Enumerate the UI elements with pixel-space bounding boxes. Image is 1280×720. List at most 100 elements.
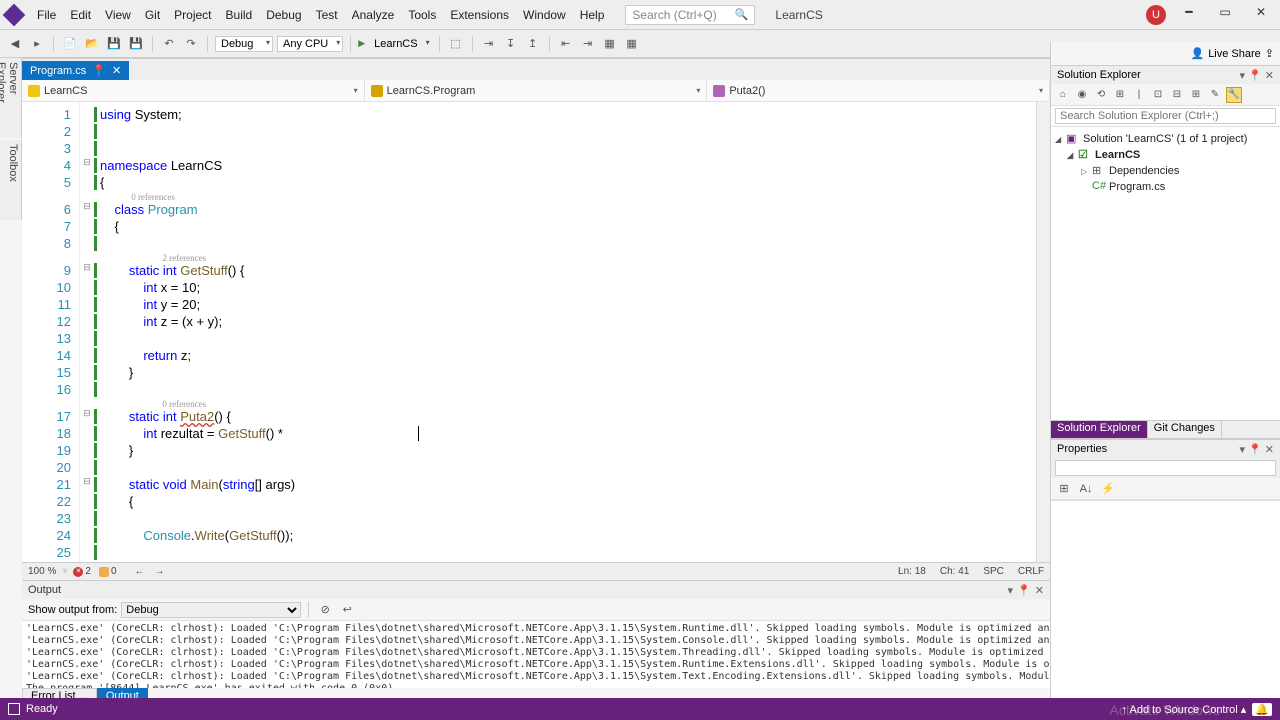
se-btn-3[interactable]: ⊞ [1112,87,1128,103]
output-close-icon[interactable]: ✕ [1035,584,1044,597]
menu-extensions[interactable]: Extensions [443,5,516,25]
code-line[interactable] [100,140,1050,157]
code-line[interactable]: using System; [100,106,1050,123]
line-ending[interactable]: CRLF [1018,566,1044,577]
menu-git[interactable]: Git [138,5,167,25]
maximize-button[interactable]: ▭ [1212,5,1238,25]
menu-debug[interactable]: Debug [259,5,308,25]
code-line[interactable]: static int GetStuff() { [100,262,1050,279]
project-node[interactable]: ◢☑LearnCS [1053,147,1278,163]
code-line[interactable]: } [100,364,1050,381]
se-btn-1[interactable]: ◉ [1074,87,1090,103]
open-button[interactable]: 📂 [83,35,101,53]
minimize-button[interactable]: ━ [1176,5,1202,25]
pin-icon[interactable]: 📍 [92,64,106,77]
se-pin-icon[interactable]: 📍 [1248,69,1262,82]
se-sync-icon[interactable]: ⟲ [1093,87,1109,103]
output-text[interactable]: 'LearnCS.exe' (CoreCLR: clrhost): Loaded… [22,621,1050,688]
output-wrap-button[interactable]: ↩ [338,601,356,619]
step-out-button[interactable]: ↥ [524,35,542,53]
code-line[interactable]: int y = 20; [100,296,1050,313]
nav-fwd-button[interactable]: ▸ [28,35,46,53]
code-line[interactable]: } [100,442,1050,459]
menu-test[interactable]: Test [309,5,345,25]
menu-window[interactable]: Window [516,5,573,25]
code-line[interactable]: int z = (x + y); [100,313,1050,330]
indent-inc-button[interactable]: ⇥ [579,35,597,53]
global-search-input[interactable]: Search (Ctrl+Q) 🔍 [625,5,755,25]
server-explorer-tab[interactable]: Server Explorer [0,58,22,138]
nav-method-dropdown[interactable]: Puta2()▾ [707,80,1050,101]
menu-project[interactable]: Project [167,5,218,25]
se-btn-5[interactable]: ⊟ [1169,87,1185,103]
toolbox-tab[interactable]: Toolbox [0,140,22,220]
se-home-icon[interactable]: ⌂ [1055,87,1071,103]
menu-analyze[interactable]: Analyze [345,5,402,25]
toolbar-btn-1[interactable]: ⬚ [447,35,465,53]
editor-scrollbar[interactable] [1036,102,1050,562]
se-properties-icon[interactable]: 🔧 [1226,87,1242,103]
code-line[interactable]: int x = 10; [100,279,1050,296]
code-line[interactable] [100,123,1050,140]
zoom-level[interactable]: 100 % [28,566,56,577]
undo-button[interactable]: ↶ [160,35,178,53]
nav-back-button[interactable]: ◀ [6,35,24,53]
output-dropdown-icon[interactable]: ▾ [1008,584,1014,597]
code-line[interactable]: static void Main(string[] args) [100,476,1050,493]
save-button[interactable]: 💾 [105,35,123,53]
code-editor[interactable]: 1234567891011121314151617181920212223242… [22,102,1050,562]
uncomment-button[interactable]: ▦ [623,35,641,53]
code-line[interactable]: return z; [100,347,1050,364]
output-source-dropdown[interactable]: Debug [121,602,301,618]
se-dropdown-icon[interactable]: ▾ [1240,69,1246,82]
props-pin-icon[interactable]: 📍 [1248,443,1262,456]
close-tab-icon[interactable]: ✕ [112,64,121,77]
nav-project-dropdown[interactable]: LearnCS▾ [22,80,365,101]
start-debug-button[interactable]: ▶ [358,38,365,49]
comment-button[interactable]: ▦ [601,35,619,53]
code-line[interactable]: int rezultat = GetStuff() * [100,425,1050,442]
solution-node[interactable]: ◢▣Solution 'LearnCS' (1 of 1 project) [1053,131,1278,147]
code-line[interactable] [100,330,1050,347]
solution-explorer-tab[interactable]: Solution Explorer [1051,421,1148,438]
code-line[interactable] [100,459,1050,476]
warning-count[interactable]: 0 [99,566,117,577]
file-node-program[interactable]: C#Program.cs [1053,179,1278,195]
account-icon[interactable]: 👤 [1190,47,1204,60]
new-project-button[interactable]: 📄 [61,35,79,53]
code-line[interactable]: class Program [100,201,1050,218]
se-close-icon[interactable]: ✕ [1265,69,1274,82]
platform-dropdown[interactable]: Any CPU▾ [277,36,343,52]
indent-mode[interactable]: SPC [983,566,1004,577]
properties-grid[interactable] [1051,500,1280,698]
config-dropdown[interactable]: Debug▾ [215,36,273,52]
se-btn-4[interactable]: ⊡ [1150,87,1166,103]
code-line[interactable]: namespace LearnCS [100,157,1050,174]
menu-build[interactable]: Build [219,5,260,25]
start-target-dropdown[interactable]: LearnCS▾ [369,37,431,51]
git-changes-tab[interactable]: Git Changes [1148,421,1222,438]
props-cat-button[interactable]: ⊞ [1055,480,1073,498]
props-close-icon[interactable]: ✕ [1265,443,1274,456]
code-line[interactable]: { [100,174,1050,191]
save-all-button[interactable]: 💾 [127,35,145,53]
code-line[interactable]: { [100,493,1050,510]
se-btn-7[interactable]: ✎ [1207,87,1223,103]
notifications-icon[interactable]: 🔔 [1252,703,1272,716]
nav-class-dropdown[interactable]: LearnCS.Program▾ [365,80,708,101]
props-events-button[interactable]: ⚡ [1099,480,1117,498]
close-button[interactable]: ✕ [1248,5,1274,25]
se-btn-6[interactable]: ⊞ [1188,87,1204,103]
live-share-bar[interactable]: 👤 Live Share ⇪ [1051,42,1280,66]
menu-edit[interactable]: Edit [63,5,98,25]
dependencies-node[interactable]: ▷⊞Dependencies [1053,163,1278,179]
fold-gutter[interactable]: ⊟⊟⊟⊟⊟ [80,102,94,562]
se-search-input[interactable] [1055,108,1276,124]
indent-dec-button[interactable]: ⇤ [557,35,575,53]
error-count[interactable]: ✕2 [73,566,91,577]
code-area[interactable]: using System;namespace LearnCS{0 referen… [94,102,1050,562]
step-over-button[interactable]: ⇥ [480,35,498,53]
code-line[interactable] [100,544,1050,561]
user-avatar[interactable]: U [1146,5,1166,25]
output-pin-icon[interactable]: 📍 [1017,584,1031,597]
